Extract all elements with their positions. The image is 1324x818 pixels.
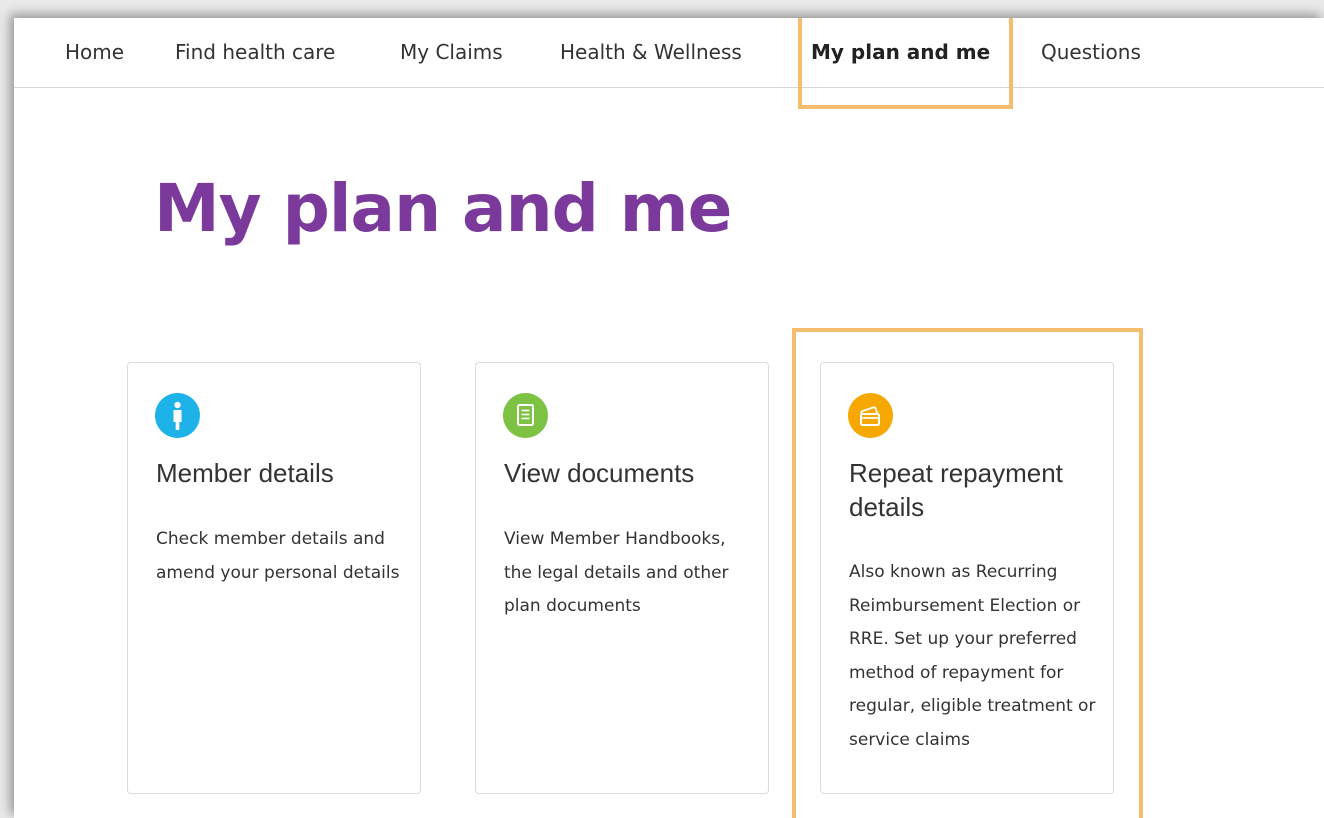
main-navigation: Home Find health care My Claims Health &… <box>14 18 1324 88</box>
person-icon <box>155 393 200 438</box>
card-title: Repeat repayment details <box>849 458 1063 522</box>
card-description: Check member details and amend your pers… <box>156 529 400 583</box>
payment-card-icon <box>848 393 893 438</box>
card-title: View documents <box>504 458 695 488</box>
card-description: View Member Handbooks, the legal details… <box>504 529 729 617</box>
nav-item-my-plan-and-me[interactable]: My plan and me <box>811 40 990 64</box>
nav-item-health-wellness[interactable]: Health & Wellness <box>560 40 742 64</box>
card-view-documents[interactable]: View documents View Member Handbooks, th… <box>475 362 769 794</box>
nav-item-questions[interactable]: Questions <box>1041 40 1141 64</box>
page-title: My plan and me <box>154 170 732 247</box>
card-title: Member details <box>156 458 334 488</box>
card-member-details[interactable]: Member details Check member details and … <box>127 362 421 794</box>
card-description: Also known as Recurring Reimbursement El… <box>849 562 1096 750</box>
card-repeat-repayment-details[interactable]: Repeat repayment details Also known as R… <box>820 362 1114 794</box>
nav-item-find-health-care[interactable]: Find health care <box>175 40 335 64</box>
document-icon <box>503 393 548 438</box>
nav-item-home[interactable]: Home <box>65 40 124 64</box>
nav-item-my-claims[interactable]: My Claims <box>400 40 503 64</box>
browser-frame: Home Find health care My Claims Health &… <box>14 18 1324 818</box>
